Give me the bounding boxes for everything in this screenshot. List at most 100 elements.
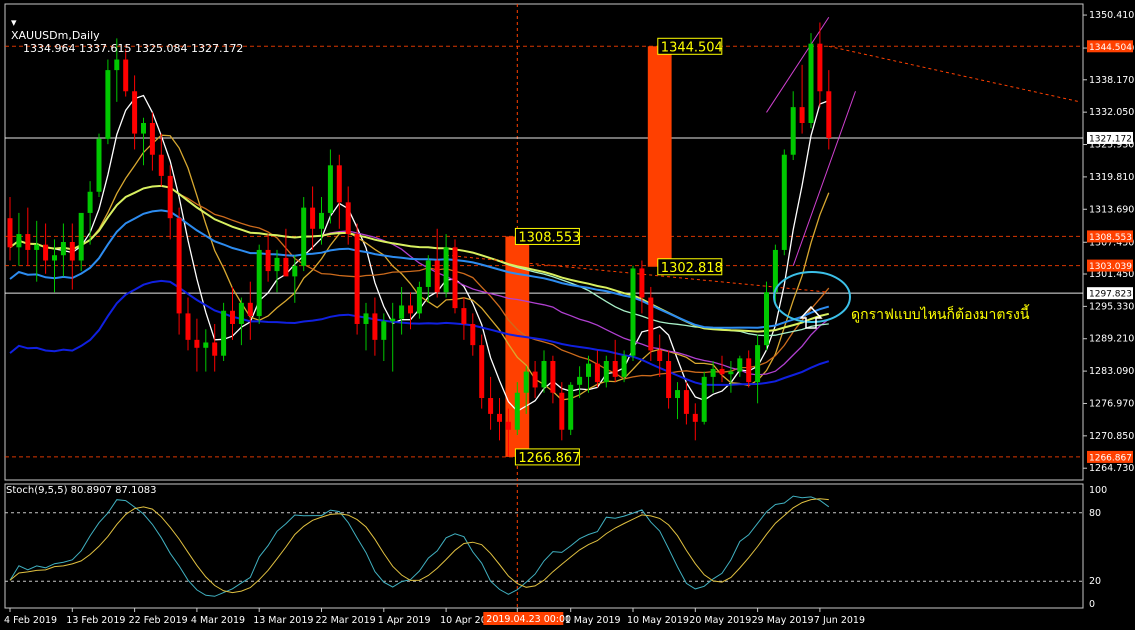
candle-body[interactable] (550, 361, 556, 393)
candle-body[interactable] (666, 361, 672, 399)
candle-body[interactable] (657, 350, 663, 361)
candle-body[interactable] (381, 321, 387, 340)
candle-body[interactable] (799, 107, 805, 123)
candle-body[interactable] (630, 268, 636, 356)
candle-body[interactable] (586, 363, 591, 377)
candle-body[interactable] (327, 165, 333, 213)
candle-body[interactable] (301, 207, 307, 266)
price-axis[interactable]: 1350.4101344.1701338.1701332.0501325.930… (1083, 10, 1134, 474)
candle-body[interactable] (238, 302, 244, 324)
candle-body[interactable] (78, 212, 84, 261)
candle-body[interactable] (123, 59, 129, 92)
candle-body[interactable] (132, 91, 138, 134)
candle-body[interactable] (488, 398, 494, 414)
candle-body[interactable] (425, 260, 431, 287)
time-axis[interactable]: 4 Feb 2019 13 Feb 2019 22 Feb 2019 4 Mar 20… (4, 608, 865, 626)
candle-body[interactable] (675, 390, 680, 399)
candle-body[interactable] (817, 43, 823, 92)
candle-body[interactable] (408, 305, 413, 314)
candle-body[interactable] (755, 345, 761, 383)
candle-body[interactable] (648, 297, 654, 351)
date-tick-label: 13 Mar 2019 (253, 615, 313, 626)
candle-body[interactable] (149, 123, 155, 155)
candle-body[interactable] (230, 310, 235, 324)
candle-body[interactable] (319, 212, 324, 229)
candle-body[interactable] (25, 234, 31, 250)
candle-body[interactable] (612, 361, 618, 377)
candle-body[interactable] (479, 345, 485, 399)
candle-body[interactable] (292, 265, 298, 277)
candle-body[interactable] (808, 43, 814, 123)
candle-body[interactable] (790, 107, 796, 155)
candle-body[interactable] (683, 390, 689, 414)
candle-body[interactable] (7, 218, 13, 248)
candle-body[interactable] (621, 355, 627, 377)
chart-menu-icon[interactable]: ▾ (11, 16, 17, 29)
candle-body[interactable] (594, 363, 600, 383)
candle-body[interactable] (461, 308, 467, 324)
candle-body[interactable] (523, 371, 529, 393)
candle-body[interactable] (719, 368, 725, 375)
candle-body[interactable] (87, 191, 93, 213)
candle-body[interactable] (399, 305, 405, 319)
candle-body[interactable] (52, 255, 57, 261)
candle-body[interactable] (728, 371, 734, 375)
candle-body[interactable] (43, 244, 49, 261)
candle-body[interactable] (185, 313, 191, 340)
candle-body[interactable] (256, 249, 262, 317)
candle-body[interactable] (363, 313, 369, 324)
candle-body[interactable] (167, 175, 173, 219)
candle-body[interactable] (710, 368, 716, 377)
candle-body[interactable] (194, 339, 200, 348)
candle-body[interactable] (221, 310, 227, 356)
candle-body[interactable] (69, 242, 75, 261)
candle-body[interactable] (283, 257, 289, 277)
candle-body[interactable] (203, 342, 209, 348)
candle-body[interactable] (746, 358, 752, 383)
candle-body[interactable] (96, 138, 102, 192)
candle-body[interactable] (559, 392, 565, 430)
candle-body[interactable] (345, 202, 351, 235)
candle-body[interactable] (452, 247, 458, 309)
candle-body[interactable] (114, 59, 120, 71)
candle-body[interactable] (60, 242, 66, 256)
candle-body[interactable] (16, 234, 22, 248)
candle-body[interactable] (34, 244, 40, 250)
candle-body[interactable] (577, 376, 583, 385)
candle-body[interactable] (470, 323, 476, 346)
candle-body[interactable] (443, 247, 449, 293)
candle-body[interactable] (532, 371, 538, 388)
stochastic-panel[interactable]: 0 20 80 100 (5, 485, 1107, 610)
candle-body[interactable] (265, 249, 271, 272)
candle-body[interactable] (434, 260, 440, 293)
candle-body[interactable] (764, 292, 769, 346)
candle-body[interactable] (514, 392, 520, 430)
candle-body[interactable] (105, 70, 111, 139)
candle-body[interactable] (416, 286, 422, 314)
candle-body[interactable] (176, 218, 182, 314)
candle-body[interactable] (310, 207, 316, 229)
candle-body[interactable] (247, 302, 253, 317)
candle-body[interactable] (390, 318, 396, 322)
candle-body[interactable] (497, 413, 502, 422)
candle-body[interactable] (158, 154, 164, 176)
candle-body[interactable] (372, 313, 378, 340)
price-label-text: 1266.867 (518, 451, 580, 466)
candle-body[interactable] (505, 421, 511, 430)
candle-body[interactable] (568, 384, 574, 430)
candle-body[interactable] (336, 165, 342, 203)
candle-body[interactable] (141, 123, 146, 134)
candle-body[interactable] (781, 154, 787, 250)
candle-body[interactable] (701, 376, 707, 422)
candle-body[interactable] (274, 257, 280, 272)
candle-body[interactable] (354, 234, 360, 324)
candles[interactable] (7, 22, 832, 457)
candle-body[interactable] (737, 358, 743, 372)
candle-body[interactable] (212, 342, 218, 356)
candle-body[interactable] (603, 361, 609, 383)
candle-body[interactable] (541, 361, 547, 388)
candle-body[interactable] (692, 413, 698, 422)
candle-body[interactable] (639, 268, 645, 298)
candle-body[interactable] (826, 91, 832, 138)
price-tick-label: 1264.730 (1089, 463, 1134, 474)
